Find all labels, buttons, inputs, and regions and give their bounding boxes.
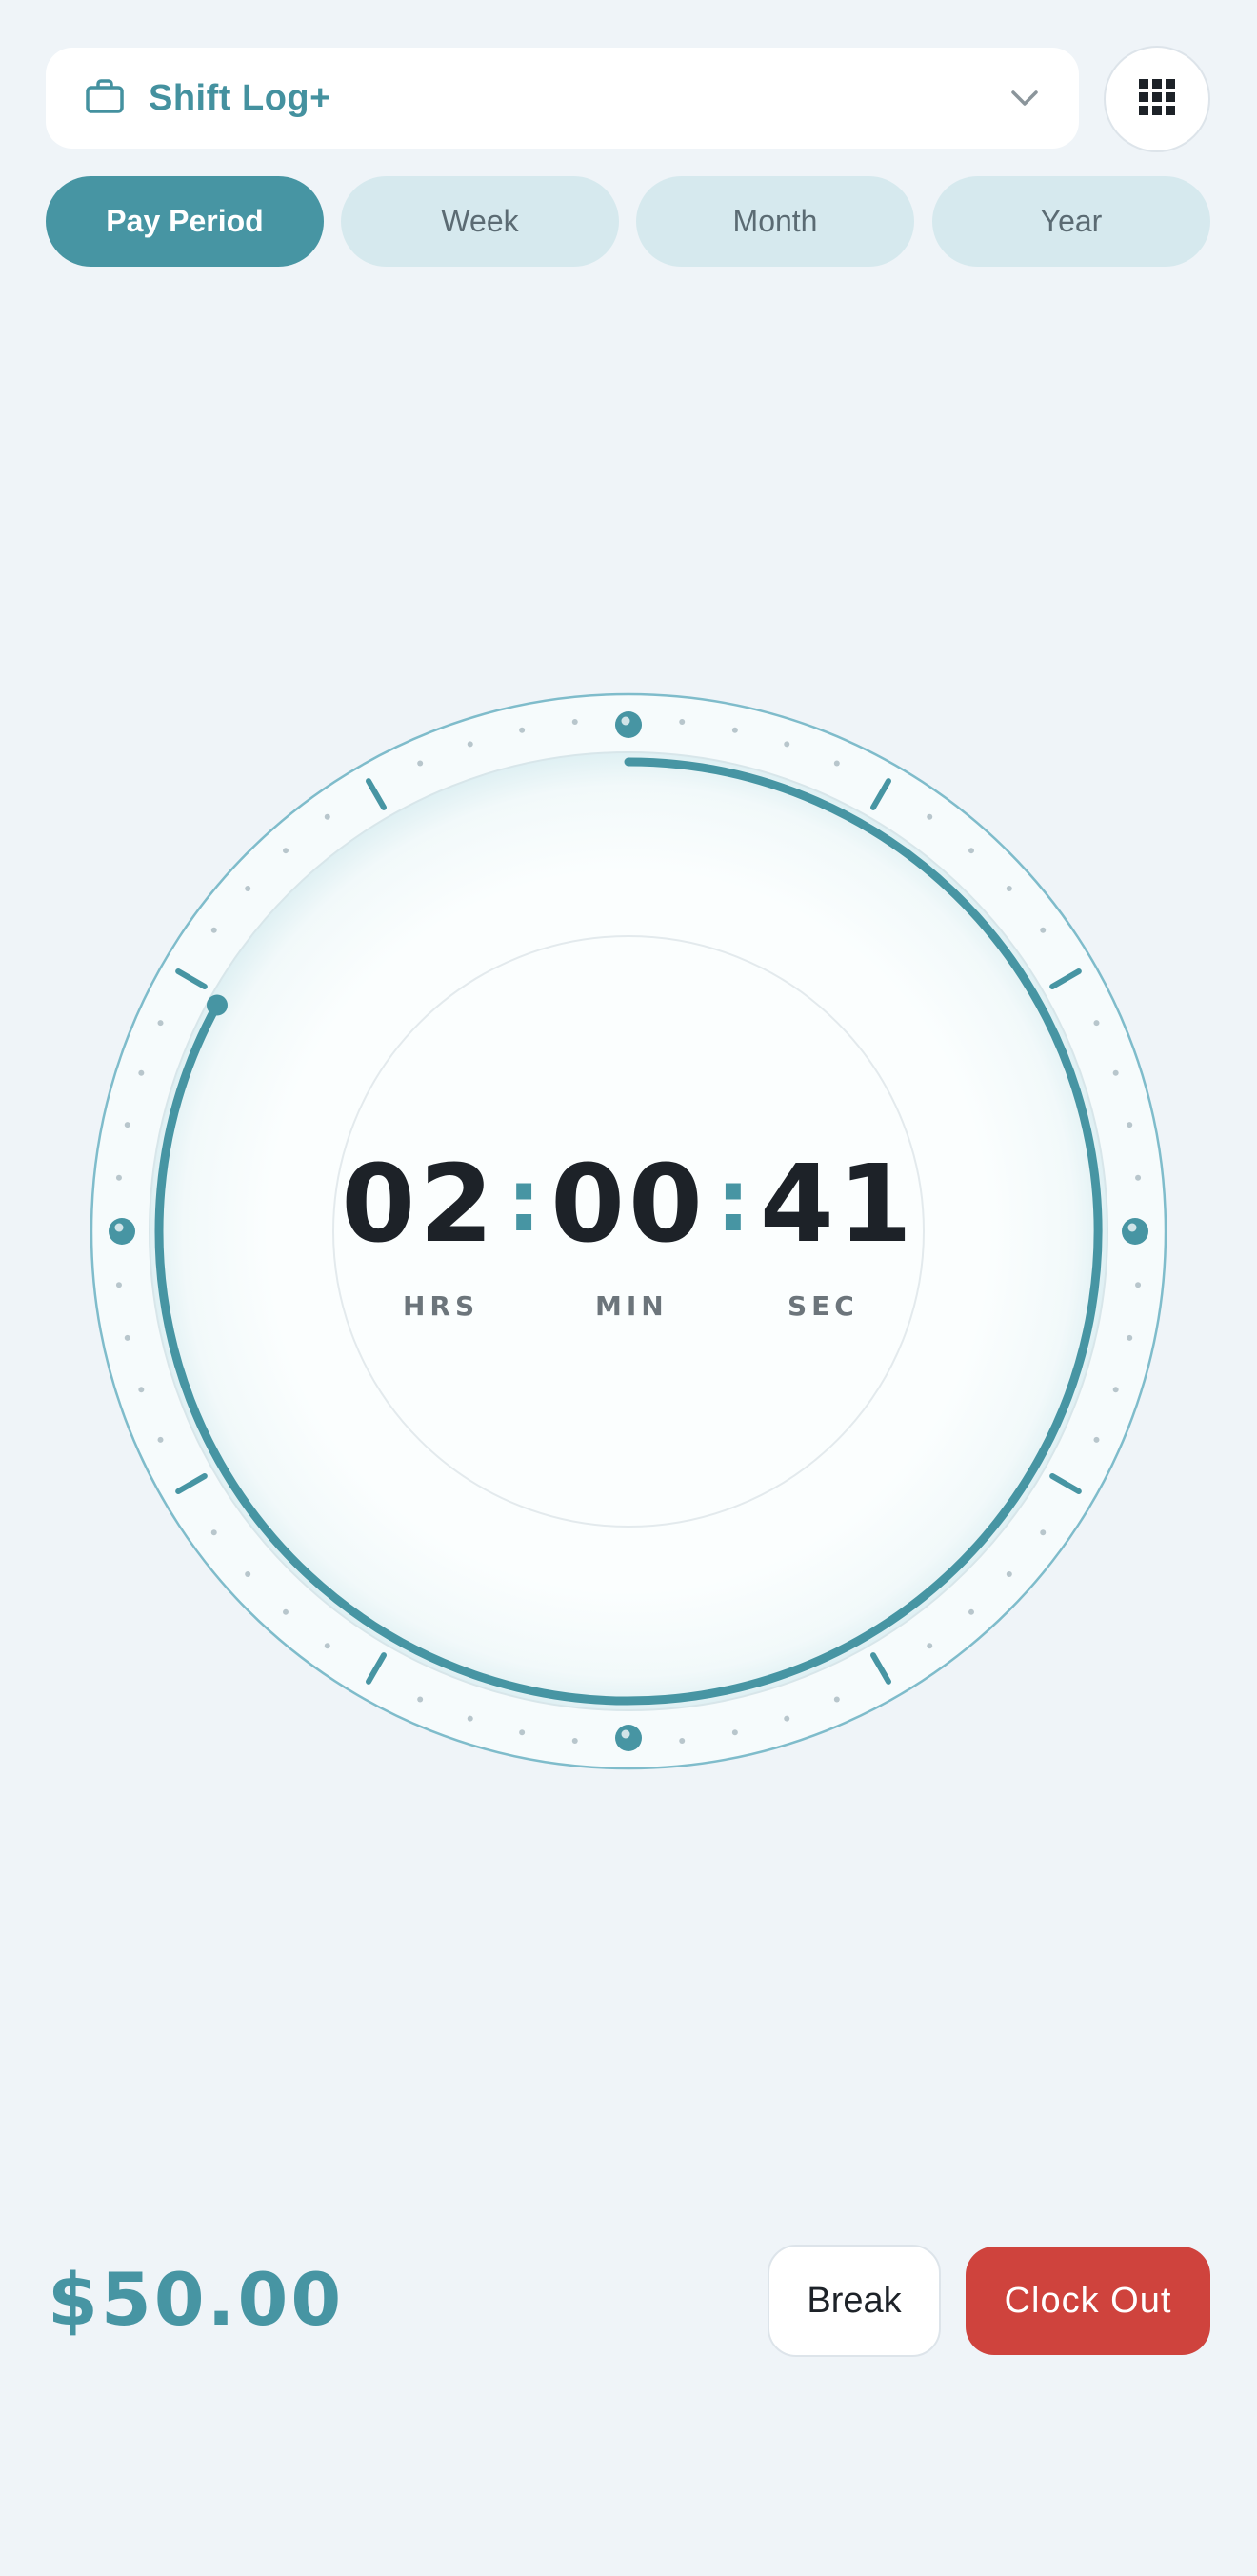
dial-minute-dot [210, 927, 217, 933]
dial-minute-dot [1040, 927, 1047, 933]
minutes-label: MIN [595, 1290, 668, 1322]
dial-minute-dot [731, 727, 738, 733]
minutes-value: 00 [550, 1143, 707, 1267]
dial-minute-dot [833, 1696, 840, 1703]
app-title: Shift Log+ [149, 77, 331, 118]
dial-minute-dot [731, 1729, 738, 1736]
progress-end-knob[interactable] [206, 994, 228, 1016]
dial-minute-dot [157, 1436, 164, 1443]
dial-minute-dot [124, 1122, 130, 1128]
dial-minute-dot [927, 813, 933, 820]
seconds-value: 41 [759, 1143, 916, 1267]
dial-minute-dot [157, 1020, 164, 1027]
period-tabs: Pay Period Week Month Year [46, 176, 1210, 267]
dial-minute-dot [138, 1069, 145, 1076]
time-separator: : [507, 1150, 542, 1251]
dial-minute-dot [571, 1738, 578, 1745]
tab-month[interactable]: Month [636, 176, 914, 267]
tab-year[interactable]: Year [932, 176, 1210, 267]
hours-value: 02 [341, 1143, 498, 1267]
clock-out-button[interactable]: Clock Out [966, 2247, 1210, 2355]
dial-minute-dot [210, 1529, 217, 1536]
break-button[interactable]: Break [768, 2245, 941, 2357]
dial-minute-dot [1006, 886, 1012, 892]
dial-marker-highlight [1127, 1223, 1137, 1232]
dial-minute-dot [519, 1729, 526, 1736]
dial-cardinal-marker [109, 1218, 135, 1245]
dial-minute-dot [245, 886, 251, 892]
dial-cardinal-marker [615, 711, 642, 738]
dial-minute-dot [1127, 1334, 1133, 1341]
dial-minute-dot [927, 1643, 933, 1649]
dial-minute-dot [1112, 1069, 1119, 1076]
dial-minute-dot [324, 813, 330, 820]
dial-cardinal-marker [1122, 1218, 1148, 1245]
dial-minute-dot [1093, 1020, 1100, 1027]
dial-minute-dot [467, 1715, 473, 1722]
dial-minute-dot [1006, 1570, 1012, 1577]
shift-log-selector[interactable]: Shift Log+ [46, 48, 1079, 149]
dial-minute-dot [324, 1643, 330, 1649]
dial-minute-dot [283, 848, 289, 854]
dial-minute-dot [1040, 1529, 1047, 1536]
grid-icon [1139, 78, 1175, 120]
dial-minute-dot [679, 718, 686, 725]
dial-minute-dot [1093, 1436, 1100, 1443]
time-unit-labels: HRS MIN SEC [329, 1290, 928, 1328]
chevron-down-icon[interactable] [1010, 89, 1039, 108]
dial-minute-dot [784, 741, 790, 748]
briefcase-icon [86, 78, 124, 118]
dial-minute-dot [519, 727, 526, 733]
dial-minute-dot [1112, 1387, 1119, 1393]
tab-week[interactable]: Week [341, 176, 619, 267]
dial-minute-dot [417, 760, 424, 767]
dial-marker-highlight [114, 1223, 124, 1232]
elapsed-time: 02 : 00 : 41 [329, 1138, 928, 1271]
apps-grid-button[interactable] [1104, 46, 1210, 152]
dial-marker-highlight [621, 1729, 630, 1739]
dial-minute-dot [968, 848, 974, 854]
dial-cardinal-marker [615, 1725, 642, 1751]
dial-minute-dot [138, 1387, 145, 1393]
dial-minute-dot [115, 1282, 122, 1288]
earnings-amount: $50.00 [48, 2257, 345, 2342]
dial-marker-highlight [621, 716, 630, 726]
time-separator: : [715, 1150, 750, 1251]
dial-minute-dot [245, 1570, 251, 1577]
tab-pay-period[interactable]: Pay Period [46, 176, 324, 267]
dial-minute-dot [1135, 1174, 1142, 1181]
dial-minute-dot [417, 1696, 424, 1703]
hours-label: HRS [403, 1290, 480, 1322]
dial-minute-dot [833, 760, 840, 767]
dial-minute-dot [784, 1715, 790, 1722]
seconds-label: SEC [788, 1290, 859, 1322]
dial-minute-dot [283, 1608, 289, 1615]
dial-minute-dot [968, 1608, 974, 1615]
dial-minute-dot [1127, 1122, 1133, 1128]
dial-minute-dot [679, 1738, 686, 1745]
dial-minute-dot [1135, 1282, 1142, 1288]
dial-minute-dot [115, 1174, 122, 1181]
dial-minute-dot [571, 718, 578, 725]
dial-minute-dot [124, 1334, 130, 1341]
dial-minute-dot [467, 741, 473, 748]
